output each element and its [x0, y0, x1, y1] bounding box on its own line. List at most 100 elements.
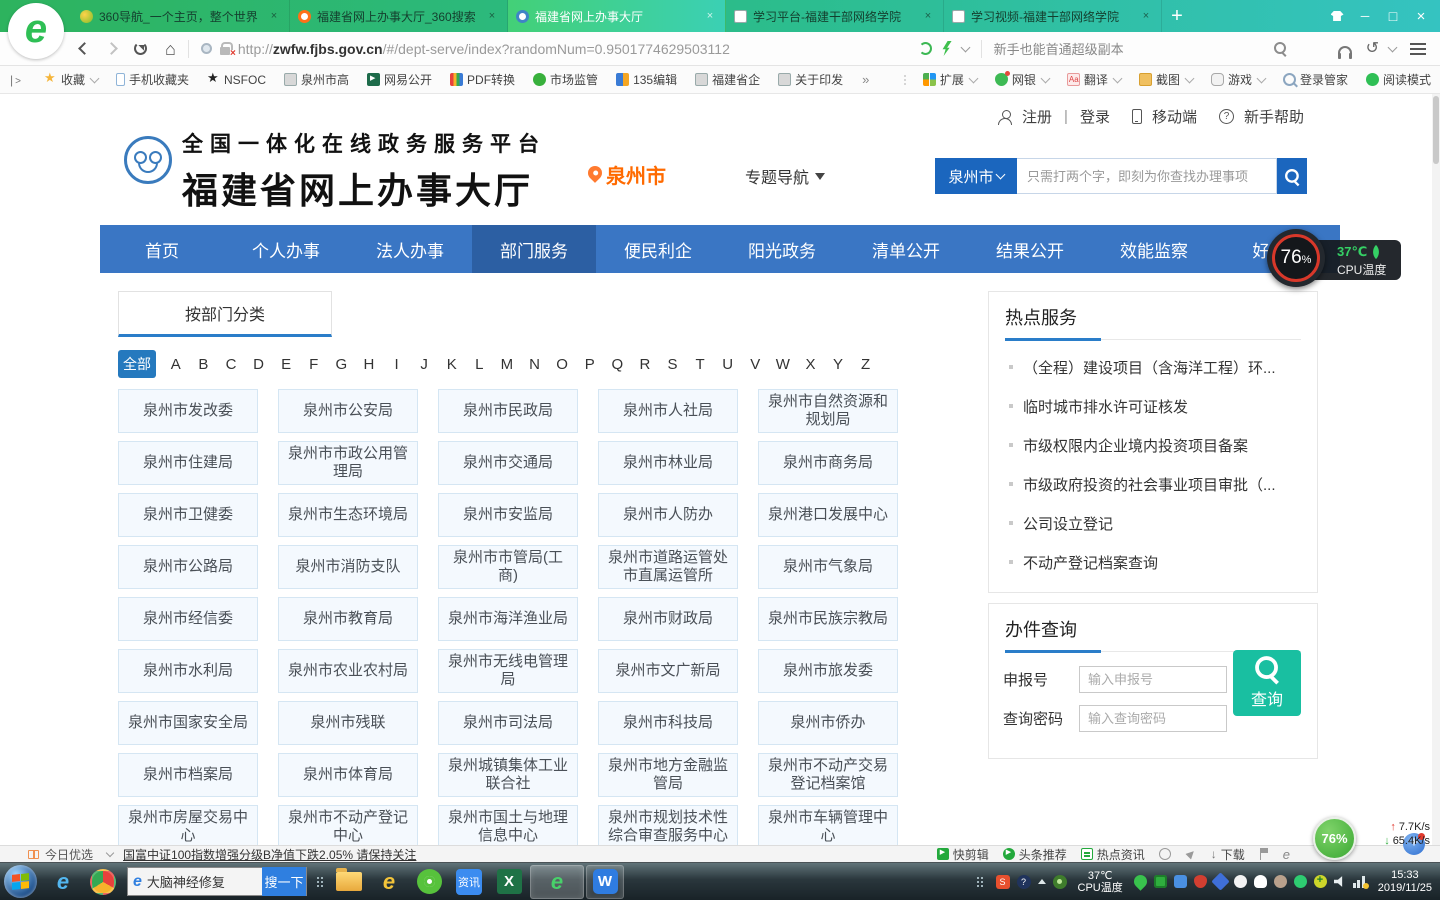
- tray-person-icon[interactable]: [1274, 875, 1287, 888]
- department-button[interactable]: 泉州市体育局: [278, 753, 418, 797]
- forward-icon[interactable]: [105, 42, 118, 55]
- taskbar-app-360-safe[interactable]: [84, 865, 122, 899]
- taskbar-clock[interactable]: 15:33 2019/11/25: [1378, 869, 1432, 895]
- nav-item[interactable]: 结果公开: [968, 225, 1092, 273]
- letter-filter[interactable]: W: [769, 356, 797, 373]
- department-button[interactable]: 泉州市道路运管处市直属运管所: [598, 545, 738, 589]
- tray-camera-icon[interactable]: [1053, 875, 1067, 889]
- today-pick-link[interactable]: 今日优选: [45, 846, 93, 863]
- tray-shield-red-icon[interactable]: [1194, 875, 1207, 888]
- tab-by-department[interactable]: 按部门分类: [118, 291, 332, 337]
- letter-filter[interactable]: T: [686, 356, 714, 373]
- tab-close-icon[interactable]: [267, 10, 281, 22]
- nav-item[interactable]: 个人办事: [224, 225, 348, 273]
- department-button[interactable]: 泉州市住建局: [118, 441, 258, 485]
- department-button[interactable]: 泉州市司法局: [438, 701, 578, 745]
- hot-service-item[interactable]: （全程）建设项目（含海洋工程）环...: [989, 348, 1317, 387]
- rocket-icon[interactable]: [1185, 848, 1197, 860]
- nav-item[interactable]: 首页: [100, 225, 224, 273]
- taskbar-app-excel[interactable]: [490, 865, 528, 899]
- bookmark-item[interactable]: 网易公开: [358, 66, 441, 93]
- letter-filter[interactable]: L: [466, 356, 494, 373]
- letter-filter[interactable]: Q: [604, 356, 632, 373]
- login-link[interactable]: 登录: [1080, 106, 1110, 127]
- chevron-down-icon[interactable]: [960, 43, 970, 53]
- department-button[interactable]: 泉州市残联: [278, 701, 418, 745]
- taskbar-search-button[interactable]: 搜一下: [262, 867, 306, 896]
- department-button[interactable]: 泉州市海洋渔业局: [438, 597, 578, 641]
- cpu-usage-gauge[interactable]: 76 %: [1267, 229, 1325, 287]
- browser-tab[interactable]: 学习平台-福建干部网络学院: [726, 0, 944, 32]
- topic-nav[interactable]: 专题导航: [745, 164, 825, 188]
- toolbar-item[interactable]: 游戏: [1202, 66, 1274, 93]
- register-link[interactable]: 注册: [1022, 106, 1052, 127]
- department-button[interactable]: 泉州市农业农村局: [278, 649, 418, 693]
- nav-item[interactable]: 部门服务: [472, 225, 596, 273]
- site-search-button[interactable]: [1277, 158, 1307, 194]
- department-button[interactable]: 泉州市房屋交易中心: [118, 805, 258, 845]
- hot-news-button[interactable]: 热点资讯: [1081, 846, 1145, 863]
- bookmark-item[interactable]: 收藏: [35, 66, 107, 93]
- department-button[interactable]: 泉州市教育局: [278, 597, 418, 641]
- letter-filter[interactable]: Z: [852, 356, 880, 373]
- bookmarks-overflow-icon[interactable]: [852, 72, 879, 87]
- department-button[interactable]: 泉州市安监局: [438, 493, 578, 537]
- search-icon[interactable]: [1274, 42, 1287, 55]
- tab-close-icon[interactable]: [1139, 10, 1153, 22]
- nav-item[interactable]: 效能监察: [1092, 225, 1216, 273]
- tray-s-icon[interactable]: S: [996, 875, 1010, 889]
- letter-filter[interactable]: P: [576, 356, 604, 373]
- department-button[interactable]: 泉州市商务局: [758, 441, 898, 485]
- tray-card-icon[interactable]: [1174, 875, 1187, 888]
- taskbar-app-360-browser[interactable]: e: [530, 865, 584, 899]
- department-button[interactable]: 泉州市发改委: [118, 389, 258, 433]
- department-button[interactable]: 泉州市人防办: [598, 493, 738, 537]
- letter-filter[interactable]: F: [300, 356, 328, 373]
- nav-item[interactable]: 清单公开: [844, 225, 968, 273]
- taskbar-app-wps[interactable]: [586, 865, 624, 899]
- letter-filter[interactable]: R: [631, 356, 659, 373]
- department-button[interactable]: 泉州市规划技术性综合审查服务中心: [598, 805, 738, 845]
- letter-filter[interactable]: A: [162, 356, 190, 373]
- bookmark-item[interactable]: 手机收藏夹: [107, 66, 198, 93]
- toolbar-item[interactable]: 截图: [1130, 66, 1202, 93]
- network-icon[interactable]: [1353, 875, 1367, 888]
- query-password-input[interactable]: [1079, 705, 1227, 732]
- gift-icon[interactable]: [28, 850, 39, 859]
- recently-closed-icon[interactable]: [1366, 41, 1379, 57]
- department-button[interactable]: 泉州市消防支队: [278, 545, 418, 589]
- toolbar-item[interactable]: 扩展: [914, 66, 986, 93]
- department-button[interactable]: 泉州市财政局: [598, 597, 738, 641]
- department-button[interactable]: 泉州市交通局: [438, 441, 578, 485]
- department-button[interactable]: 泉州市地方金融监管局: [598, 753, 738, 797]
- menu-icon[interactable]: [1410, 43, 1426, 55]
- bookmark-item[interactable]: 市场监管: [524, 66, 607, 93]
- letter-filter[interactable]: K: [438, 356, 466, 373]
- tray-qw-icon[interactable]: [1154, 875, 1167, 888]
- back-icon[interactable]: [78, 42, 91, 55]
- bookmark-item[interactable]: 关于印发: [769, 66, 852, 93]
- site-info-icon[interactable]: [201, 43, 212, 54]
- bookmark-item[interactable]: 135编辑: [607, 66, 686, 93]
- tray-cpu-temp[interactable]: 37℃ CPU温度: [1078, 870, 1123, 894]
- department-button[interactable]: 泉州市人社局: [598, 389, 738, 433]
- taskbar-app-hotspot[interactable]: [410, 865, 448, 899]
- department-button[interactable]: 泉州市无线电管理局: [438, 649, 578, 693]
- letter-filter[interactable]: S: [659, 356, 687, 373]
- bookmark-item[interactable]: 泉州市高: [275, 66, 358, 93]
- taskbar-app-explorer[interactable]: [330, 865, 368, 899]
- department-button[interactable]: 泉州市旅发委: [758, 649, 898, 693]
- headset-icon[interactable]: [1338, 46, 1352, 55]
- filter-all-button[interactable]: 全部: [118, 350, 156, 378]
- bookmark-item[interactable]: NSFOC: [198, 66, 275, 93]
- speed-mode-icon[interactable]: [919, 42, 932, 55]
- mobile-link[interactable]: 移动端: [1152, 106, 1197, 127]
- letter-filter[interactable]: O: [548, 356, 576, 373]
- toolbar-item[interactable]: 登录管家: [1274, 66, 1357, 93]
- bookmark-item[interactable]: PDF转换: [441, 66, 524, 93]
- help-link[interactable]: 新手帮助: [1244, 106, 1304, 127]
- tray-cat-icon[interactable]: [1234, 875, 1247, 888]
- letter-filter[interactable]: H: [355, 356, 383, 373]
- taskbar-search-box[interactable]: e 大脑神经修复 搜一下: [127, 867, 307, 896]
- new-tab-button[interactable]: [1162, 0, 1192, 32]
